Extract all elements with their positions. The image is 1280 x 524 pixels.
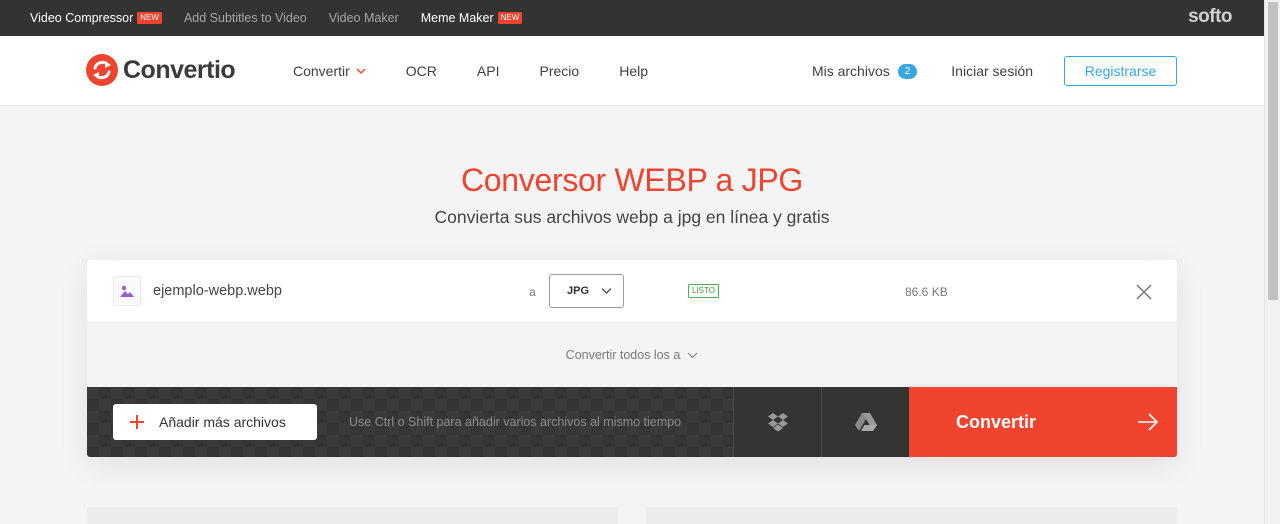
add-more-files-button[interactable]: Añadir más archivos bbox=[113, 404, 317, 440]
info-panel-right bbox=[646, 507, 1177, 524]
register-button[interactable]: Registrarse bbox=[1064, 56, 1177, 86]
dropbox-icon bbox=[767, 413, 788, 432]
google-drive-icon bbox=[854, 413, 877, 431]
nav-convertir[interactable]: Convertir bbox=[293, 63, 366, 79]
new-badge: NEW bbox=[137, 12, 162, 24]
dropbox-button[interactable] bbox=[733, 387, 821, 457]
softo-link-video-compressor[interactable]: Video Compressor NEW bbox=[30, 11, 162, 25]
site-header: Convertio Convertir OCR API Precio Help … bbox=[0, 36, 1264, 106]
nav-label: OCR bbox=[405, 63, 437, 79]
nav-help[interactable]: Help bbox=[619, 63, 648, 79]
softo-link-label: Video Compressor bbox=[30, 11, 134, 25]
convert-all-dropdown[interactable]: Convertir todos los a bbox=[566, 348, 699, 362]
convert-all-label: Convertir todos los a bbox=[565, 348, 681, 362]
nav-label: Precio bbox=[539, 63, 580, 79]
convertio-logo[interactable]: Convertio bbox=[86, 54, 236, 86]
multi-select-hint: Use Ctrl o Shift para añadir varios arch… bbox=[349, 415, 682, 429]
action-bar: Añadir más archivos Use Ctrl o Shift par… bbox=[87, 387, 1177, 457]
output-format-select[interactable]: JPG bbox=[549, 274, 624, 308]
softo-top-bar: Video Compressor NEW Add Subtitles to Vi… bbox=[0, 0, 1264, 36]
brand-name: Convertio bbox=[123, 55, 236, 84]
google-drive-button[interactable] bbox=[821, 387, 909, 457]
arrow-right-icon bbox=[1138, 413, 1159, 431]
image-file-icon bbox=[113, 276, 141, 306]
page-subtitle: Convierta sus archivos webp a jpg en lín… bbox=[434, 207, 830, 227]
plus-icon bbox=[130, 415, 144, 429]
my-files-count-badge: 2 bbox=[897, 63, 918, 79]
nav-precio[interactable]: Precio bbox=[540, 63, 580, 79]
softo-link-label: Add Subtitles to Video bbox=[183, 11, 307, 25]
convert-all-row: Convertir todos los a bbox=[87, 323, 1177, 387]
nav-ocr[interactable]: OCR bbox=[406, 63, 437, 79]
my-files-link[interactable]: Mis archivos 2 bbox=[811, 63, 918, 79]
chevron-down-icon bbox=[356, 68, 366, 75]
to-label: a bbox=[529, 285, 536, 299]
softo-link-label: Meme Maker bbox=[420, 11, 494, 25]
account-nav: Mis archivos 2 Iniciar sesión Registrars… bbox=[812, 36, 1177, 106]
nav-label: Convertir bbox=[293, 63, 350, 79]
nav-label: Help bbox=[619, 63, 648, 79]
convertio-logo-icon bbox=[86, 54, 118, 86]
login-link[interactable]: Iniciar sesión bbox=[951, 63, 1033, 79]
new-badge: NEW bbox=[497, 12, 523, 24]
page-scrollbar[interactable] bbox=[1264, 0, 1280, 524]
nav-label: API bbox=[476, 63, 500, 79]
chevron-down-icon bbox=[687, 352, 698, 358]
convert-button-label: Convertir bbox=[956, 411, 1037, 432]
scrollbar-thumb[interactable] bbox=[1268, 2, 1278, 300]
file-size: 86.6 KB bbox=[905, 285, 948, 299]
info-panel-left bbox=[87, 507, 618, 524]
convert-button[interactable]: Convertir bbox=[909, 387, 1177, 457]
chevron-down-icon bbox=[601, 288, 612, 294]
page-title: Conversor WEBP a JPG bbox=[461, 162, 803, 198]
softo-link-video-maker[interactable]: Video Maker bbox=[329, 11, 399, 25]
image-icon bbox=[120, 285, 134, 297]
softo-link-meme-maker[interactable]: Meme Maker NEW bbox=[421, 11, 523, 25]
add-more-files-label: Añadir más archivos bbox=[159, 414, 286, 430]
my-files-label: Mis archivos bbox=[811, 63, 890, 79]
close-icon[interactable] bbox=[1135, 283, 1153, 301]
converter-card: ejemplo-webp.webp a JPG LISTO 86.6 KB Co… bbox=[87, 260, 1177, 457]
file-name: ejemplo-webp.webp bbox=[153, 283, 282, 299]
main-nav: Convertir OCR API Precio Help bbox=[293, 36, 688, 106]
softo-link-add-subtitles[interactable]: Add Subtitles to Video bbox=[184, 11, 307, 25]
softo-logo[interactable]: softo bbox=[1188, 6, 1232, 28]
nav-api[interactable]: API bbox=[477, 63, 500, 79]
status-badge: LISTO bbox=[688, 284, 719, 298]
softo-link-label: Video Maker bbox=[328, 11, 399, 25]
file-row: ejemplo-webp.webp a JPG LISTO 86.6 KB bbox=[87, 260, 1177, 323]
output-format-value: JPG bbox=[567, 285, 590, 297]
